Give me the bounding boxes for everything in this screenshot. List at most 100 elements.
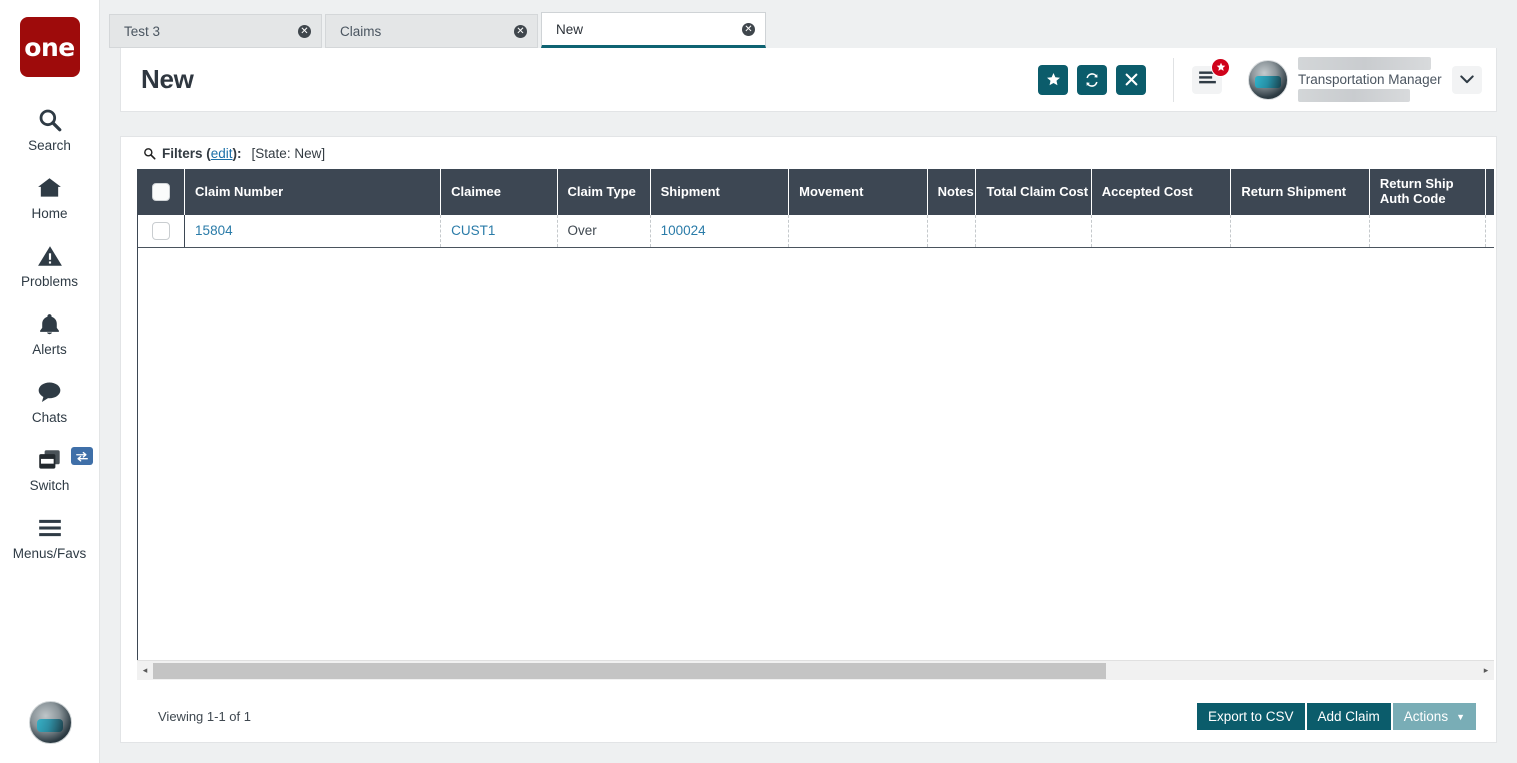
page-title: New [141,64,194,94]
home-icon [36,171,63,205]
search-icon [37,103,63,137]
col-return-shipment[interactable]: Return Shipment [1230,169,1370,215]
search-icon [143,147,156,160]
rail-item-home[interactable]: Home [0,171,100,221]
rail-item-problems[interactable]: Problems [0,239,100,289]
col-claim-type[interactable]: Claim Type [557,169,651,215]
cell-return-ship-auth-code [1369,215,1487,248]
chevron-down-icon[interactable] [1452,65,1482,94]
rail-avatar[interactable] [29,701,72,744]
tab-new[interactable]: New ✕ [541,12,766,48]
user-org-redacted [1298,89,1410,102]
cell-claimee: CUST1 [440,215,558,248]
filters-bar: Filters ( edit ): [State: New] [121,137,1496,169]
col-total-claim-cost[interactable]: Total Claim Cost [975,169,1092,215]
cell-claim-type: Over [557,215,651,248]
user-info: Transportation Manager [1298,57,1442,103]
actions-label: Actions [1403,709,1449,724]
cell-reference-num1 [1485,215,1494,248]
col-return-ship-auth-code[interactable]: Return Ship Auth Code [1369,169,1487,215]
col-notes[interactable]: Notes [927,169,977,215]
cell-shipment: 100024 [650,215,790,248]
header-divider [1173,57,1174,102]
rail-item-search[interactable]: Search [0,103,100,153]
tab-label: Test 3 [124,23,161,39]
horizontal-scrollbar[interactable]: ◂ ▸ [137,660,1494,680]
data-grid-viewport: Claim Number Claimee Claim Type Shipment… [137,169,1494,674]
col-movement[interactable]: Movement [788,169,928,215]
star-badge-icon [1211,57,1230,77]
header-actions: Transportation Manager [1029,48,1496,111]
close-button[interactable] [1116,64,1146,95]
filters-edit-link[interactable]: edit [211,146,233,161]
claims-table: Claim Number Claimee Claim Type Shipment… [138,169,1494,248]
swap-arrows-icon[interactable] [70,447,93,465]
col-accepted-cost[interactable]: Accepted Cost [1091,169,1232,215]
app-logo[interactable]: one [19,17,80,77]
row-checkbox[interactable] [152,221,171,240]
close-circle-icon[interactable]: ✕ [298,24,311,38]
rail-label-problems: Home [31,206,68,221]
scroll-left-arrow[interactable]: ◂ [137,662,153,680]
rail-label-chats: Chats [31,410,68,425]
rail-item-alerts[interactable]: Alerts [0,307,100,357]
chevron-down-icon: ▼ [1456,711,1465,722]
table-header: Claim Number Claimee Claim Type Shipment… [138,169,1494,215]
rail-label-switch: Switch [29,478,70,493]
hamburger-menu-icon[interactable] [1192,57,1230,94]
avatar[interactable] [1248,59,1288,100]
filters-label-suffix: ): [232,145,242,161]
claim-number-link[interactable]: 15804 [195,223,233,238]
filters-label: Filters ( [162,145,211,161]
grid-footer: Viewing 1-1 of 1 Export to CSV Add Claim… [121,689,1498,744]
refresh-button[interactable] [1077,64,1107,95]
viewing-count: Viewing 1-1 of 1 [158,709,251,724]
rail-label-alerts: Alerts [32,342,67,357]
table-body: 15804 CUST1 Over 100024 [138,215,1494,248]
rail-label-problems: Problems [20,274,79,289]
select-all-checkbox[interactable] [152,183,171,201]
user-name-redacted [1298,57,1431,70]
cell-total-claim-cost [975,215,1092,248]
tab-test-3[interactable]: Test 3 ✕ [109,14,322,48]
scrollbar-thumb[interactable] [153,662,1106,679]
close-circle-icon[interactable]: ✕ [514,24,527,38]
tab-label: Claims [340,23,382,39]
add-claim-button[interactable]: Add Claim [1306,703,1391,730]
cell-claim-number: 15804 [184,215,442,248]
actions-button[interactable]: Actions ▼ [1392,703,1476,730]
filters-state: [State: New] [251,145,326,161]
bell-icon [37,307,62,341]
cell-movement [788,215,928,248]
scrollbar-track[interactable] [153,662,1478,680]
close-circle-icon[interactable]: ✕ [742,22,755,36]
claimee-link[interactable]: CUST1 [451,223,495,238]
tab-claims[interactable]: Claims ✕ [325,14,538,48]
row-select-cell [138,215,186,248]
col-reference-num1[interactable]: Reference Num1 [1485,169,1494,215]
table-row[interactable]: 15804 CUST1 Over 100024 [138,215,1494,248]
warning-triangle-icon [37,239,63,273]
scroll-right-arrow[interactable]: ▸ [1478,662,1494,680]
browser-tab-strip: Test 3 ✕ Claims ✕ New ✕ [109,12,1509,48]
rail-label-menus-favs: Menus/Favs [12,546,87,561]
footer-buttons: Export to CSV Add Claim Actions ▼ [1195,703,1476,730]
hamburger-icon [37,511,63,545]
select-all-header [138,169,186,215]
rail-item-chats[interactable]: Chats [0,375,100,425]
cell-accepted-cost [1091,215,1232,248]
rail-item-switch[interactable]: Switch [0,443,100,493]
tab-label: New [556,21,584,37]
windows-stack-icon [36,443,64,477]
cell-return-shipment [1230,215,1370,248]
rail-item-menus-favs[interactable]: Menus/Favs [0,511,100,561]
col-claim-number[interactable]: Claim Number [184,169,442,215]
col-shipment[interactable]: Shipment [650,169,790,215]
app-root: one Search Home Problems Alerts Chats Sw… [0,0,1517,763]
shipment-link[interactable]: 100024 [661,223,706,238]
user-role: Transportation Manager [1298,72,1442,87]
favorite-button[interactable] [1038,64,1068,95]
col-claimee[interactable]: Claimee [440,169,558,215]
page-header: New Transportation Manager [120,48,1497,112]
export-to-csv-button[interactable]: Export to CSV [1196,703,1305,730]
